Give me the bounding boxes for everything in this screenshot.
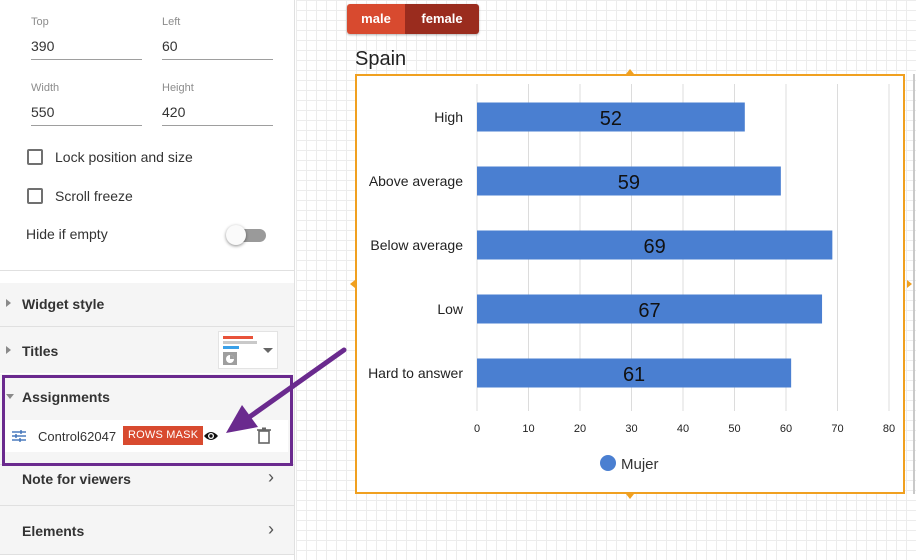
data-label: 67 — [638, 300, 660, 322]
category-label: Low — [437, 301, 464, 317]
checkbox-box[interactable] — [27, 188, 43, 204]
left-field[interactable]: Left 60 — [162, 16, 273, 60]
properties-panel: Top 390 Left 60 Width 550 Height 420 Loc… — [0, 0, 295, 560]
divider — [0, 270, 294, 271]
chevron-right-icon: › — [268, 467, 274, 487]
tick-label: 70 — [831, 423, 843, 435]
height-input[interactable]: 420 — [162, 104, 273, 126]
tick-label: 20 — [574, 423, 586, 435]
top-field[interactable]: Top 390 — [31, 16, 142, 60]
width-label: Width — [31, 82, 60, 94]
left-label: Left — [162, 16, 181, 28]
height-field[interactable]: Height 420 — [162, 82, 273, 126]
gender-filter: male female — [347, 4, 479, 34]
toggle-knob[interactable] — [226, 225, 246, 245]
legend-swatch — [600, 455, 616, 471]
lock-position-label: Lock position and size — [55, 149, 193, 165]
chevron-right-icon: › — [268, 519, 274, 539]
neighbor-widget-edge — [913, 74, 915, 494]
widget-style-title: Widget style — [22, 296, 105, 312]
scroll-freeze-checkbox[interactable]: Scroll freeze — [27, 188, 133, 204]
section-widget-style[interactable]: Widget style — [0, 283, 294, 326]
tick-label: 80 — [883, 423, 895, 435]
section-note-for-viewers[interactable]: Note for viewers › — [0, 465, 294, 505]
hide-if-empty-label: Hide if empty — [26, 226, 108, 242]
width-input[interactable]: 550 — [31, 104, 142, 126]
bar-chart: High 52 Above average 59 Below average 69 Low 6… — [368, 84, 895, 473]
female-button[interactable]: female — [405, 4, 479, 34]
chart-widget[interactable]: High 52 Above average 59 Below average 69 Low 6… — [355, 74, 905, 494]
width-field[interactable]: Width 550 — [31, 82, 142, 126]
tick-label: 40 — [677, 423, 689, 435]
elements-title: Elements — [22, 523, 85, 539]
data-label: 52 — [600, 108, 622, 130]
tick-label: 60 — [780, 423, 792, 435]
resize-handle-right[interactable] — [907, 280, 912, 288]
top-label: Top — [31, 16, 49, 28]
chevron-down-icon — [263, 348, 273, 353]
data-label: 61 — [623, 364, 645, 386]
top-input[interactable]: 390 — [31, 38, 142, 60]
titles-title: Titles — [22, 343, 59, 359]
chart-titles-icon[interactable] — [218, 331, 278, 369]
checkbox-box[interactable] — [27, 149, 43, 165]
legend-label: Mujer — [621, 456, 659, 473]
lock-position-checkbox[interactable]: Lock position and size — [27, 149, 193, 165]
left-input[interactable]: 60 — [162, 38, 273, 60]
tick-label: 30 — [625, 423, 637, 435]
hide-if-empty-toggle[interactable] — [226, 225, 266, 245]
data-label: 69 — [644, 236, 666, 258]
triangle-right-icon — [6, 299, 11, 307]
resize-handle-bottom[interactable] — [626, 494, 634, 499]
category-label: Above average — [369, 173, 463, 189]
resize-handle-top[interactable] — [626, 69, 634, 74]
chart-title: Spain — [355, 48, 407, 70]
resize-handle-left[interactable] — [350, 280, 355, 288]
male-button[interactable]: male — [347, 4, 405, 34]
category-label: Below average — [370, 237, 463, 253]
section-elements[interactable]: Elements › — [0, 506, 294, 554]
tick-label: 50 — [728, 423, 740, 435]
note-for-viewers-title: Note for viewers — [22, 471, 131, 487]
triangle-right-icon — [6, 346, 11, 354]
tick-label: 10 — [522, 423, 534, 435]
tick-label: 0 — [474, 423, 480, 435]
category-label: Hard to answer — [368, 365, 463, 381]
divider — [0, 554, 294, 555]
height-label: Height — [162, 82, 194, 94]
scroll-freeze-label: Scroll freeze — [55, 188, 133, 204]
annotation-highlight-box — [2, 375, 293, 466]
category-label: High — [434, 109, 463, 125]
data-label: 59 — [618, 172, 640, 194]
